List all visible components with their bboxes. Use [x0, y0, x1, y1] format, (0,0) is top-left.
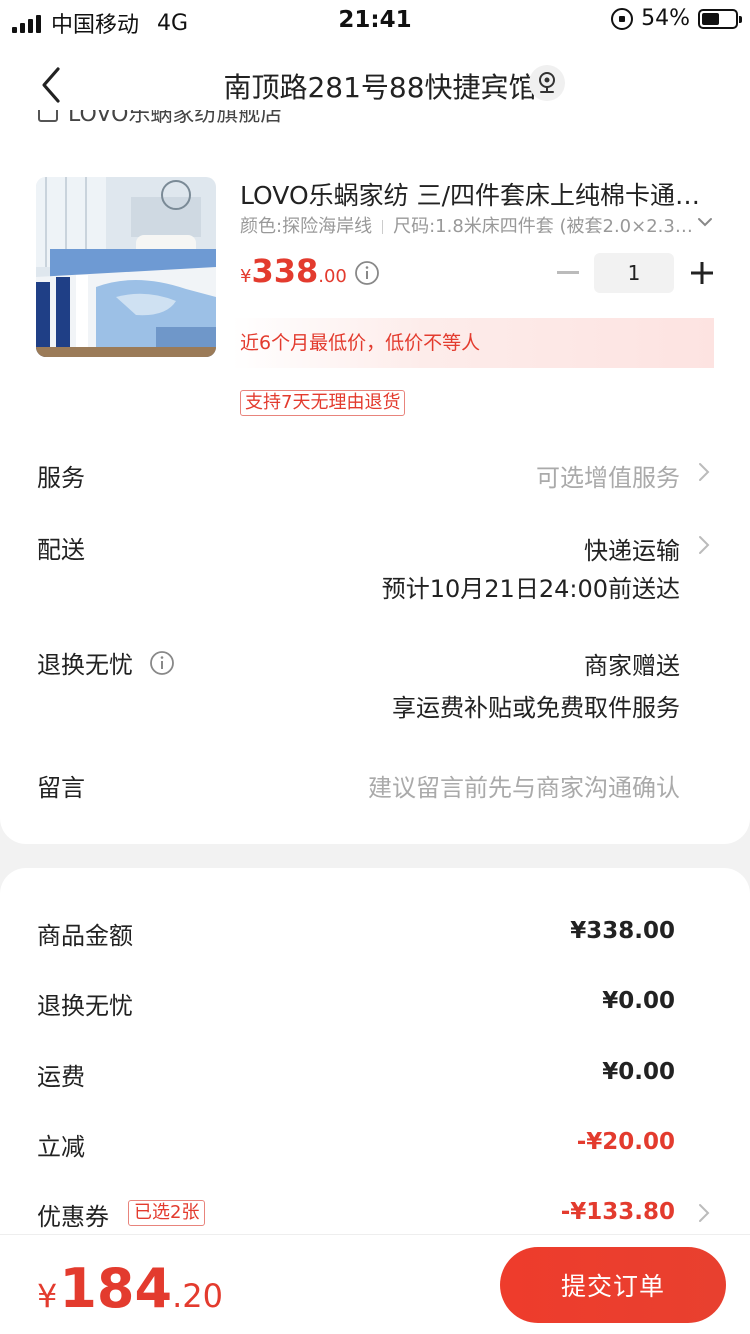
- coupon-count-tag[interactable]: 已选2张: [128, 1200, 206, 1226]
- shop-name: LOVO乐蜗家纺旗舰店: [68, 110, 283, 127]
- worry-free-label: 退换无忧: [37, 651, 133, 679]
- checkout-bar: ¥ 184 .20 提交订单: [0, 1234, 750, 1334]
- rotation-lock-icon: [611, 7, 634, 30]
- checkbox-icon[interactable]: [38, 110, 58, 122]
- product-image[interactable]: [36, 177, 216, 357]
- service-label: 服务: [37, 464, 85, 492]
- product-title[interactable]: LOVO乐蜗家纺 三/四件套床上纯棉卡通全棉床单被套: [240, 176, 710, 212]
- quantity-stepper: 1: [550, 253, 720, 293]
- product-spec[interactable]: 颜色:探险海岸线 尺码:1.8米床四件套 (被套2.0×2.3m): [240, 212, 695, 238]
- plus-icon: [691, 262, 713, 284]
- worry-free-fee-value: ¥0.00: [602, 988, 675, 1014]
- message-input[interactable]: 建议留言前先与商家沟通确认: [368, 768, 680, 803]
- chevron-right-icon[interactable]: [698, 462, 710, 482]
- submit-order-button[interactable]: 提交订单: [500, 1247, 726, 1323]
- worry-free-row: 退换无忧: [37, 645, 175, 680]
- minus-icon: [557, 271, 579, 274]
- price-symbol: ¥: [240, 266, 252, 287]
- delivery-value[interactable]: 快递运输: [584, 531, 680, 566]
- page-title: 南顶路281号88快捷宾馆: [223, 71, 537, 104]
- shipping-value: ¥0.00: [602, 1059, 675, 1085]
- info-icon[interactable]: [149, 650, 175, 676]
- delivery-label: 配送: [37, 536, 85, 564]
- service-value[interactable]: 可选增值服务: [536, 458, 680, 493]
- total-price: ¥ 184 .20: [37, 1257, 223, 1320]
- coupon-label: 优惠券: [37, 1203, 109, 1231]
- color-spec: 颜色:探险海岸线: [240, 216, 373, 237]
- chevron-down-icon[interactable]: [697, 216, 713, 228]
- product-price: ¥ 338 .00: [240, 252, 347, 290]
- worry-free-value: 商家赠送: [584, 652, 680, 680]
- return-policy-tag: 支持7天无理由退货: [240, 390, 406, 416]
- price-decimal: .00: [318, 266, 347, 287]
- total-integer: 184: [59, 1257, 173, 1320]
- delivery-eta: 预计10月21日24:00前送达: [381, 575, 680, 603]
- total-symbol: ¥: [37, 1277, 58, 1315]
- total-decimal: .20: [172, 1277, 223, 1315]
- worry-free-fee-label: 退换无忧: [37, 992, 133, 1020]
- chevron-right-icon[interactable]: [698, 535, 710, 555]
- info-icon[interactable]: [354, 260, 380, 286]
- decrease-button[interactable]: [550, 255, 586, 291]
- location-pin-icon[interactable]: [529, 65, 565, 101]
- goods-amount-label: 商品金额: [37, 922, 133, 950]
- price-summary-card: 商品金额 ¥338.00 退换无忧 ¥0.00 运费 ¥0.00 立减 -¥20…: [0, 868, 750, 1268]
- shop-header[interactable]: LOVO乐蜗家纺旗舰店: [38, 110, 358, 132]
- lowest-price-banner: 近6个月最低价，低价不等人: [232, 318, 714, 368]
- discount-value: -¥20.00: [576, 1129, 675, 1155]
- battery-percent: 54%: [641, 6, 690, 31]
- quantity-input[interactable]: 1: [594, 253, 674, 293]
- price-integer: 338: [251, 252, 319, 290]
- size-spec: 尺码:1.8米床四件套 (被套2.0×2.3m): [393, 216, 695, 237]
- increase-button[interactable]: [684, 255, 720, 291]
- discount-label: 立减: [37, 1133, 85, 1161]
- worry-free-desc: 享运费补贴或免费取件服务: [392, 694, 680, 722]
- status-bar: 中国移动 4G 21:41 54%: [0, 0, 750, 40]
- battery-icon: [698, 8, 742, 29]
- shipping-label: 运费: [37, 1063, 85, 1091]
- chevron-right-icon[interactable]: [698, 1203, 710, 1223]
- goods-amount-value: ¥338.00: [570, 918, 675, 944]
- order-item-card: LOVO乐蜗家纺旗舰店 LOVO乐蜗家纺 三/四件套床上纯棉卡通全棉床单被套 颜…: [0, 110, 750, 844]
- coupon-value[interactable]: -¥133.80: [561, 1199, 675, 1225]
- message-label: 留言: [37, 774, 85, 802]
